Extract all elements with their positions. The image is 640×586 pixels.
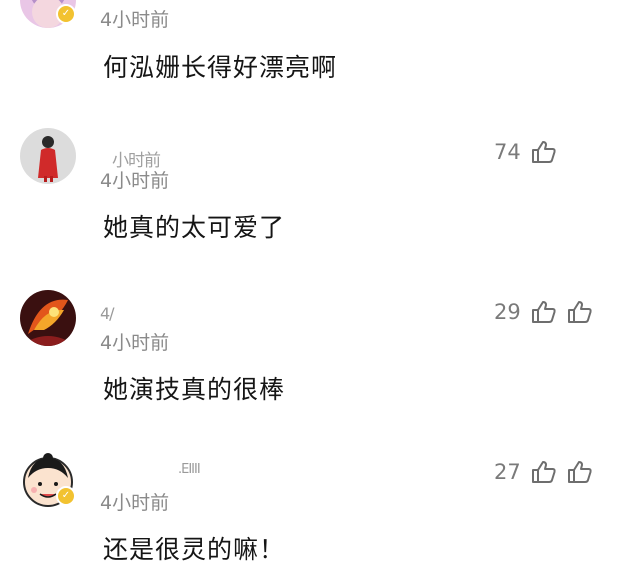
comment-text: 她真的太可爱了 bbox=[103, 213, 286, 242]
thumbs-down-outline-icon[interactable] bbox=[567, 460, 593, 484]
avatar[interactable] bbox=[20, 128, 76, 184]
thumbs-up-outline-icon[interactable] bbox=[531, 300, 557, 324]
thumbs-down-outline-icon[interactable] bbox=[567, 300, 593, 324]
username[interactable]: 4/ bbox=[100, 304, 115, 323]
like-count: 29 bbox=[494, 300, 521, 324]
username[interactable]: .ΕΙΙΙΙ bbox=[178, 462, 201, 477]
comment-text: 何泓姗长得好漂亮啊 bbox=[103, 53, 338, 82]
comment-timestamp: 4小时前 bbox=[100, 170, 170, 192]
avatar[interactable] bbox=[20, 290, 76, 346]
comment-timestamp: 4小时前 bbox=[100, 332, 170, 354]
thumbs-up-outline-icon[interactable] bbox=[531, 460, 557, 484]
like-count: 27 bbox=[494, 460, 521, 484]
like-group: 74 bbox=[494, 140, 557, 164]
comment-item: ✓ .ΕΙΙΙΙ 4小时前 还是很灵的嘛！ 27 bbox=[0, 440, 640, 586]
thumbs-up-outline-icon[interactable] bbox=[531, 140, 557, 164]
comment-item: 小时前 4小时前 她真的太可爱了 74 bbox=[0, 120, 640, 270]
like-group: 29 bbox=[494, 300, 593, 324]
comment-text: 她演技真的很棒 bbox=[103, 375, 286, 404]
comment-item: ✓ 4小时前 何泓姗长得好漂亮啊 bbox=[0, 0, 640, 100]
like-count: 74 bbox=[494, 140, 521, 164]
like-group: 27 bbox=[494, 460, 593, 484]
verified-badge-icon: ✓ bbox=[56, 486, 76, 506]
comment-item: 4/ 4小时前 她演技真的很棒 29 bbox=[0, 280, 640, 430]
comment-timestamp: 4小时前 bbox=[100, 492, 170, 514]
comment-timestamp: 4小时前 bbox=[100, 9, 170, 31]
verified-badge-icon: ✓ bbox=[56, 4, 76, 24]
comment-text: 还是很灵的嘛！ bbox=[103, 535, 286, 564]
